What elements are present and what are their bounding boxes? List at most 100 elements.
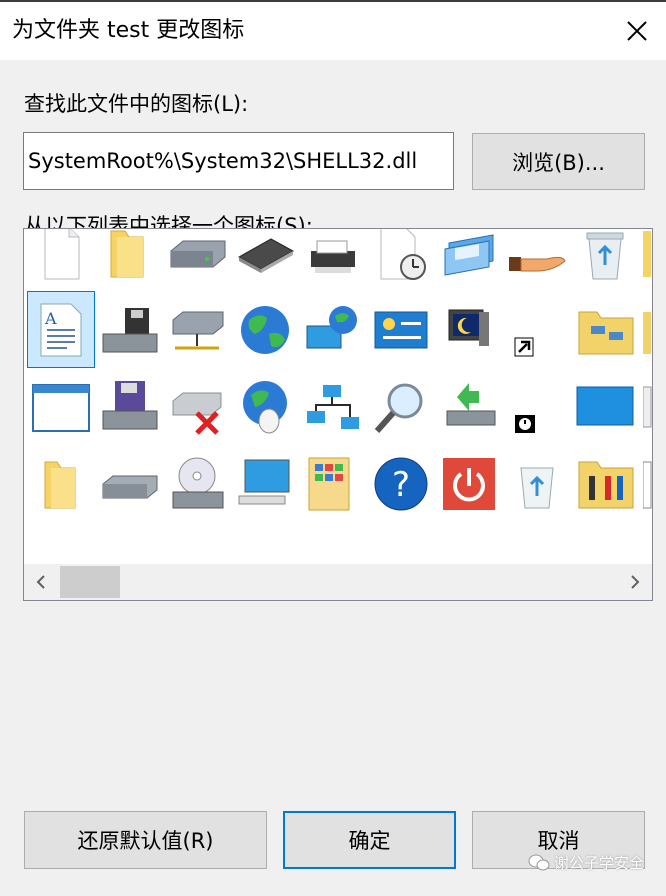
chevron-right-icon <box>631 575 640 589</box>
icon-cell[interactable] <box>299 445 367 522</box>
window-stack-icon <box>444 233 494 276</box>
icon-cell[interactable] <box>299 291 367 368</box>
scheduled-document-icon <box>380 229 426 280</box>
icon-cell[interactable] <box>27 368 95 445</box>
floppy-drive-icon <box>102 307 158 352</box>
folder-icon <box>44 461 76 508</box>
icon-cell[interactable] <box>231 229 299 291</box>
icon-cell[interactable] <box>95 291 163 368</box>
hand-sharing-icon <box>509 256 566 271</box>
icon-cell[interactable] <box>95 229 163 291</box>
icon-cell[interactable] <box>571 445 639 522</box>
icon-cell[interactable] <box>299 368 367 445</box>
icon-cell[interactable] <box>231 368 299 445</box>
floppy-disk-icon <box>102 380 158 429</box>
icon-cell[interactable] <box>163 291 231 368</box>
folder-icon <box>643 230 651 277</box>
icon-cell-selected[interactable]: A <box>27 291 95 368</box>
icon-cell[interactable] <box>571 229 639 291</box>
close-icon <box>627 21 647 41</box>
network-connection-icon <box>307 384 359 429</box>
desktop-icon <box>576 386 634 425</box>
scroll-thumb[interactable] <box>60 566 120 598</box>
network-drive-icon <box>172 311 224 349</box>
icon-cell[interactable]: ? <box>367 445 435 522</box>
icon-cell[interactable] <box>163 368 231 445</box>
icon-cell[interactable] <box>435 229 503 291</box>
screen-saver-icon <box>448 309 489 346</box>
tools-folder-icon <box>578 461 634 508</box>
icon-cell[interactable] <box>639 229 652 291</box>
picture-folder-icon <box>308 457 350 510</box>
icon-cell[interactable] <box>639 368 652 445</box>
icon-cell[interactable] <box>435 368 503 445</box>
icon-cell[interactable] <box>503 368 571 445</box>
cd-drive-icon <box>172 457 224 508</box>
chevron-left-icon <box>36 575 45 589</box>
icon-cell[interactable] <box>367 229 435 291</box>
document-icon <box>643 461 652 508</box>
network-folder-icon <box>578 311 634 354</box>
icon-cell[interactable] <box>571 291 639 368</box>
dialog-title: 为文件夹 test 更改图标 <box>12 18 245 43</box>
icon-cell[interactable] <box>231 445 299 522</box>
folder-icon <box>643 311 651 354</box>
icon-list[interactable]: A ? <box>23 228 653 601</box>
close-button[interactable] <box>608 2 666 60</box>
icon-file-path-input[interactable] <box>23 132 454 190</box>
wechat-icon <box>528 854 550 870</box>
application-window-icon <box>32 383 90 432</box>
network-globe-icon <box>306 305 357 348</box>
disconnected-drive-icon <box>172 392 222 435</box>
icon-cell[interactable] <box>503 229 571 291</box>
recycle-bin-empty-icon <box>520 467 554 508</box>
icon-cell[interactable] <box>163 229 231 291</box>
shortcut-arrow-icon <box>514 337 534 356</box>
watermark: 谢公子学安全 <box>528 852 644 873</box>
icon-cell[interactable] <box>231 291 299 368</box>
globe-mouse-icon <box>243 380 287 433</box>
safely-remove-icon <box>446 382 496 425</box>
icon-grid: A ? <box>27 229 652 522</box>
ok-button[interactable]: 确定 <box>283 811 456 869</box>
horizontal-scrollbar[interactable] <box>24 564 652 600</box>
icon-cell[interactable] <box>435 291 503 368</box>
watermark-text: 谢公子学安全 <box>553 854 644 872</box>
title-bar: 为文件夹 test 更改图标 <box>0 0 666 60</box>
icon-cell[interactable] <box>367 291 435 368</box>
icon-cell[interactable] <box>299 229 367 291</box>
icon-cell[interactable] <box>95 368 163 445</box>
clock-overlay-icon <box>515 414 535 433</box>
hard-drive-icon <box>170 240 226 267</box>
scroll-left-arrow[interactable] <box>24 564 58 600</box>
icon-cell[interactable] <box>639 291 652 368</box>
printer-icon <box>311 240 355 273</box>
icon-cell[interactable] <box>27 229 95 291</box>
path-label: 查找此文件中的图标(L): <box>24 92 249 116</box>
icon-cell[interactable] <box>503 291 571 368</box>
icon-cell[interactable] <box>95 445 163 522</box>
text-document-icon: A <box>40 303 82 356</box>
icon-cell[interactable] <box>27 445 95 522</box>
help-icon: ? <box>374 457 428 510</box>
memory-chip-icon <box>237 237 295 273</box>
blank-document-icon <box>44 229 80 279</box>
removable-drive-icon <box>102 475 158 498</box>
icon-cell[interactable] <box>571 368 639 445</box>
recycle-bin-full-icon <box>586 232 624 279</box>
icon-cell[interactable] <box>367 368 435 445</box>
restore-defaults-button[interactable]: 还原默认值(R) <box>24 811 267 869</box>
icon-cell[interactable] <box>163 445 231 522</box>
globe-icon <box>241 305 289 354</box>
icon-cell[interactable] <box>503 445 571 522</box>
icon-cell[interactable] <box>435 445 503 522</box>
folder-icon <box>643 386 652 427</box>
browse-button[interactable]: 浏览(B)... <box>472 133 645 190</box>
scroll-right-arrow[interactable] <box>618 564 652 600</box>
folder-icon <box>110 230 144 277</box>
power-icon <box>443 457 495 510</box>
icon-cell[interactable] <box>639 445 652 522</box>
search-icon <box>374 383 423 433</box>
computer-icon <box>238 459 290 504</box>
svg-text:A: A <box>44 309 57 328</box>
